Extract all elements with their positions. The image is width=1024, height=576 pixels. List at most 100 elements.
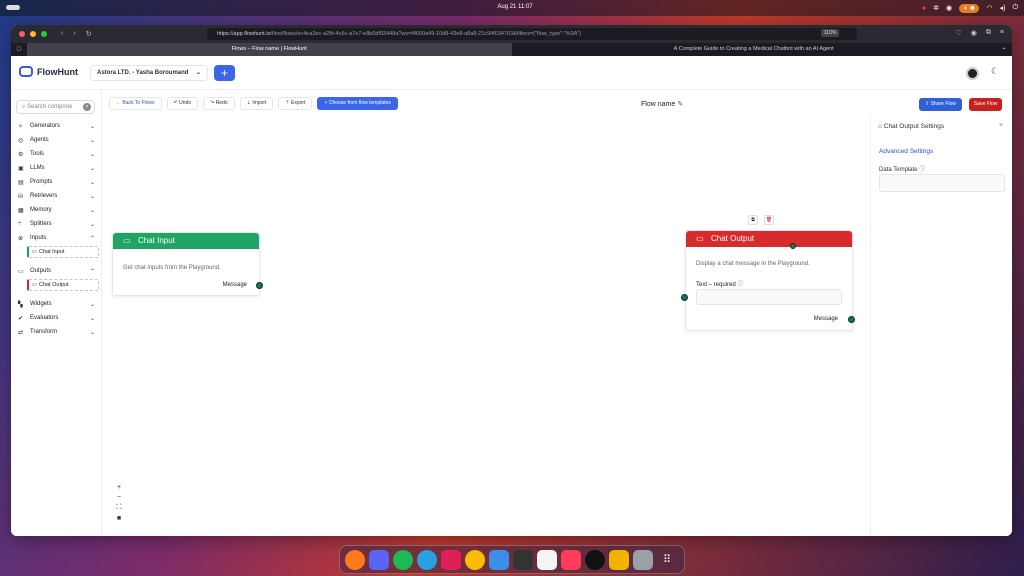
sidebar-item-memory[interactable]: ▦ Memory ⌄ — [11, 203, 101, 217]
component-label: Chat Output — [39, 282, 69, 288]
save-flow-button[interactable]: Save Flow — [969, 98, 1003, 111]
sidebar-toggle-icon[interactable]: ▢ — [11, 43, 27, 56]
system-clock[interactable]: Aug 21 11:07 — [470, 4, 560, 10]
firefox-icon[interactable] — [345, 549, 365, 570]
maximize-window-icon[interactable] — [41, 31, 47, 37]
menu-icon[interactable]: ≡ — [1000, 29, 1004, 37]
export-button[interactable]: ⇡ Export — [278, 97, 313, 110]
zoom-out-icon[interactable]: − — [114, 494, 124, 501]
files-icon[interactable] — [609, 549, 629, 570]
zoom-level-badge[interactable]: 110% — [821, 29, 840, 37]
help-icon[interactable]: ⓘ — [919, 167, 925, 173]
advanced-settings-link[interactable]: Advanced Settings — [879, 148, 933, 155]
new-tab-icon[interactable]: + — [996, 43, 1012, 56]
chat-input-node[interactable]: ▭ Chat Input Get chat inputs from the Pl… — [112, 232, 263, 296]
camera-icon[interactable]: ◉ — [946, 4, 952, 12]
redo-button[interactable]: ↷ Redo — [203, 97, 235, 110]
back-to-flows-button[interactable]: ← Back To Flows — [109, 97, 162, 110]
close-window-icon[interactable] — [19, 31, 25, 37]
sidebar-item-evaluators[interactable]: ✔ Evaluators ⌄ — [11, 311, 101, 325]
discord-icon[interactable] — [369, 549, 389, 570]
sidebar-item-retrievers[interactable]: ⛁ Retrievers ⌄ — [11, 189, 101, 203]
button-label: Choose from flow templates — [328, 100, 391, 106]
power-icon[interactable]: ⏻ — [1012, 4, 1018, 12]
sidebar-item-splitters[interactable]: ⑂ Splitters ⌄ — [11, 217, 101, 231]
sidebar-item-agents[interactable]: ◎ Agents ⌄ — [11, 133, 101, 147]
fit-view-icon[interactable]: ⛶ — [114, 504, 124, 512]
delete-icon[interactable]: 🗑 — [764, 215, 774, 225]
flow-canvas[interactable]: ▭ Chat Input Get chat inputs from the Pl… — [103, 116, 870, 536]
add-button[interactable]: + — [214, 65, 235, 81]
flow-name-title[interactable]: Flow name ✎ — [641, 100, 683, 108]
flowhunt-logo[interactable]: FlowHunt — [19, 66, 78, 77]
top-handle[interactable] — [790, 243, 796, 249]
close-icon[interactable]: × — [999, 122, 1003, 129]
tab-flows[interactable]: Flows – Flow name | FlowHunt — [26, 43, 512, 56]
share-flow-button[interactable]: ⇪ Share Flow — [919, 98, 962, 111]
zoom-in-icon[interactable]: + — [114, 484, 124, 491]
button-label: Back To Flows — [122, 100, 155, 106]
chat-output-icon: ▭ — [32, 282, 37, 288]
sidebar-item-generators[interactable]: ✧ Generators ⌄ — [11, 119, 101, 133]
back-arrow-icon[interactable]: ‹ — [61, 30, 63, 38]
notes-icon[interactable] — [537, 549, 557, 570]
user-avatar[interactable] — [966, 67, 979, 80]
copy-icon[interactable]: ⧉ — [748, 215, 758, 225]
component-sidebar: ⌕ Search compone × ✧ Generators ⌄ ◎ Agents ⌄ ⚙… — [11, 91, 102, 536]
output-handle[interactable] — [848, 316, 855, 323]
component-search-input[interactable]: ⌕ Search compone × — [16, 100, 95, 114]
chat-icon: ▭ — [32, 249, 37, 255]
dark-mode-toggle-icon[interactable]: ☾ — [991, 66, 999, 77]
spotify-icon[interactable] — [393, 549, 413, 570]
sidebar-item-prompts[interactable]: ▤ Prompts ⌄ — [11, 175, 101, 189]
input-handle[interactable] — [681, 294, 688, 301]
telegram-icon[interactable] — [417, 549, 437, 570]
intellij-icon[interactable] — [561, 549, 581, 570]
app-grid-icon[interactable]: ⠿ — [657, 550, 677, 570]
obs-icon[interactable] — [585, 549, 605, 570]
reload-icon[interactable]: ↻ — [86, 30, 92, 38]
sidebar-item-widgets[interactable]: ▚ Widgets ⌄ — [11, 297, 101, 311]
forward-arrow-icon[interactable]: › — [73, 30, 75, 38]
account-icon[interactable]: ◉ — [971, 29, 977, 37]
choose-template-button[interactable]: ⑂ Choose from flow templates — [317, 97, 398, 110]
pocket-icon[interactable]: ♡ — [956, 29, 962, 37]
extensions-icon[interactable]: ⧉ — [986, 29, 991, 37]
organization-selector[interactable]: Astora LTD. - Yasha Boroumand ⌄ — [90, 65, 208, 81]
trash-icon[interactable] — [633, 549, 653, 570]
lock-icon[interactable]: ■ — [114, 515, 124, 522]
sidebar-item-tools[interactable]: ⚙ Tools ⌄ — [11, 147, 101, 161]
sidebar-item-outputs[interactable]: ▭ Outputs ⌃ — [11, 264, 101, 278]
minimize-window-icon[interactable] — [30, 31, 36, 37]
finder-icon[interactable] — [489, 549, 509, 570]
output-handle[interactable] — [256, 282, 263, 289]
recording-indicator-icon[interactable]: ◐ ■ — [959, 3, 980, 13]
data-template-label: Data Template ⓘ — [879, 164, 925, 173]
undo-button[interactable]: ↶ Undo — [166, 97, 199, 110]
component-chat-input[interactable]: ▭ Chat Input — [27, 246, 99, 258]
data-template-input[interactable] — [879, 174, 1005, 192]
sidebar-item-label: Agents — [30, 137, 49, 143]
sidebar-item-transform[interactable]: ⇄ Transform ⌄ — [11, 325, 101, 339]
home-icon: ⌂ — [878, 123, 882, 130]
chat-output-node[interactable]: ▭ Chat Output Display a chat message in … — [681, 230, 855, 331]
component-chat-output[interactable]: ▭ Chat Output — [27, 279, 99, 291]
sidebar-item-label: Retrievers — [30, 193, 58, 199]
pencil-icon[interactable]: ✎ — [677, 101, 683, 108]
text-input-field[interactable] — [696, 289, 842, 305]
clear-search-icon[interactable]: × — [83, 103, 91, 111]
slack-icon[interactable] — [441, 549, 461, 570]
chevron-down-icon: ⌄ — [89, 301, 95, 308]
app-indicator-icon[interactable]: ● — [922, 5, 926, 12]
activities-indicator[interactable] — [6, 5, 20, 10]
sidebar-item-llms[interactable]: ▣ LLMs ⌄ — [11, 161, 101, 175]
chrome-icon[interactable] — [465, 549, 485, 570]
address-bar[interactable]: https://app.flowhunt.io/flow/flows/ec4ea… — [207, 28, 857, 40]
terminal-icon[interactable] — [513, 549, 533, 570]
sidebar-item-inputs[interactable]: ⊕ Inputs ⌃ — [11, 231, 101, 245]
help-icon[interactable]: ⓘ — [737, 282, 743, 288]
tab-medical-chatbot-guide[interactable]: A Complete Guide to Creating a Medical C… — [512, 43, 997, 56]
import-button[interactable]: ⇣ Import — [239, 97, 274, 110]
app-header: FlowHunt Astora LTD. - Yasha Boroumand ⌄… — [11, 56, 1012, 90]
settings-icon[interactable]: ✲ — [933, 4, 939, 12]
